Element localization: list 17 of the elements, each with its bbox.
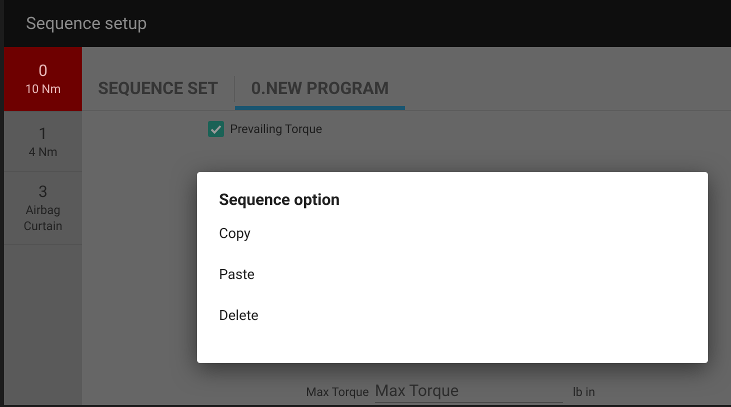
max-torque-field[interactable]: Max Torque	[374, 379, 563, 403]
unit-label: lb in	[572, 385, 596, 401]
item-number: 3	[38, 182, 48, 202]
item-number: 0	[38, 61, 48, 81]
item-label: 4 Nm	[28, 144, 58, 160]
menu-option[interactable]: Paste	[219, 254, 686, 296]
item-label: 10 Nm	[24, 81, 62, 97]
item-label: Airbag Curtain	[22, 202, 64, 234]
checkbox-label: Prevailing Torque	[230, 122, 322, 136]
item-number: 1	[38, 124, 48, 144]
menu-option[interactable]: Copy	[219, 213, 686, 254]
dialog-title: Sequence option	[219, 190, 341, 209]
window-title: Sequence setup	[26, 14, 147, 34]
sidebar-item[interactable]: 0 10 Nm	[4, 47, 82, 112]
field-label: Max Torque	[306, 385, 369, 401]
menu-option[interactable]: Delete	[219, 296, 686, 337]
checkbox[interactable]	[208, 121, 224, 137]
